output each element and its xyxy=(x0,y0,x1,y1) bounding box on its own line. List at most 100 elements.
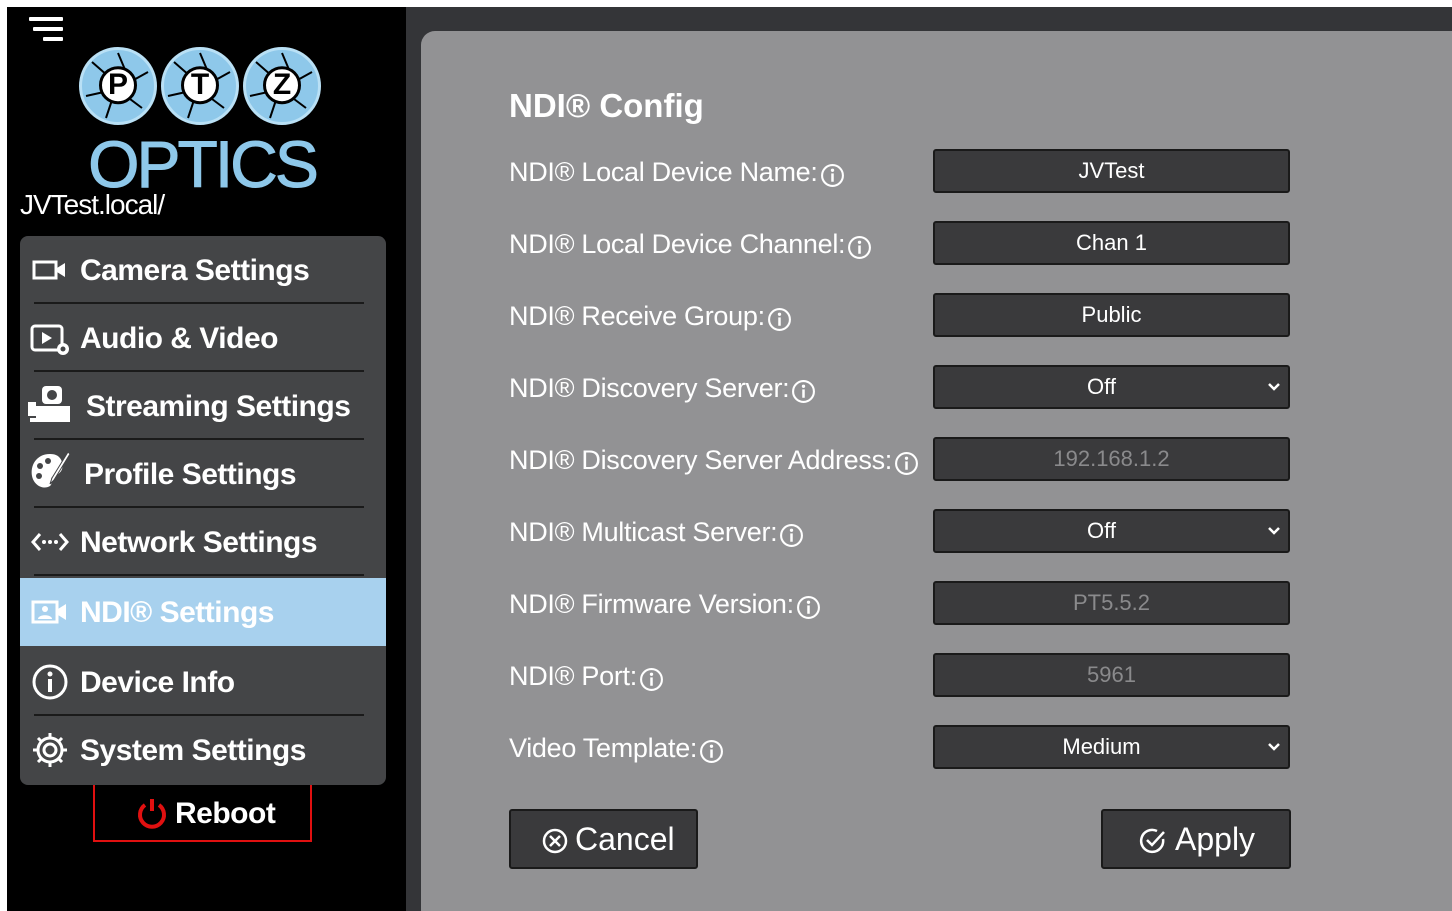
ndi-config-panel: NDI® Config NDI® Local Device Name: JVTe… xyxy=(421,31,1452,911)
chevron-down-icon xyxy=(1268,383,1280,391)
sidebar-item-label: System Settings xyxy=(80,734,306,767)
info-tooltip-icon[interactable] xyxy=(894,451,919,476)
label-text: Video Template: xyxy=(509,733,698,763)
form-row-discovery-server: NDI® Discovery Server: Off xyxy=(509,365,1299,415)
settings-menu: Camera Settings Audio & Video Streaming … xyxy=(20,236,386,785)
label-text: NDI® Port: xyxy=(509,661,637,691)
form-row-discovery-address: NDI® Discovery Server Address: 192.168.1… xyxy=(509,437,1299,487)
profile-palette-icon xyxy=(31,451,71,488)
chevron-down-icon xyxy=(1268,743,1280,751)
sidebar-item-label: Audio & Video xyxy=(80,322,278,355)
reboot-button[interactable]: Reboot xyxy=(93,785,312,842)
selected-value: Off xyxy=(1087,374,1116,399)
info-tooltip-icon[interactable] xyxy=(699,739,724,764)
sidebar-item-label: Profile Settings xyxy=(84,458,297,491)
video-template-select[interactable]: Medium xyxy=(933,725,1290,769)
info-tooltip-icon[interactable] xyxy=(796,595,821,620)
check-circle-icon xyxy=(1139,828,1165,854)
sidebar-item-network-settings[interactable]: Network Settings xyxy=(20,508,386,576)
field-label: NDI® Receive Group: xyxy=(509,301,792,332)
info-tooltip-icon[interactable] xyxy=(847,235,872,260)
firmware-version-input: PT5.5.2 xyxy=(933,581,1290,625)
device-name-input[interactable]: JVTest xyxy=(933,149,1290,193)
menu-toggle-icon[interactable] xyxy=(27,15,67,45)
sidebar-item-label: NDI® Settings xyxy=(80,596,274,629)
receive-group-input[interactable]: Public xyxy=(933,293,1290,337)
app-window: P T Z OPTICS JVTest.local/ Camera Settin… xyxy=(7,7,1452,911)
label-text: NDI® Firmware Version: xyxy=(509,589,794,619)
sidebar: P T Z OPTICS JVTest.local/ Camera Settin… xyxy=(7,7,406,911)
discovery-server-select[interactable]: Off xyxy=(933,365,1290,409)
apply-label: Apply xyxy=(1175,821,1256,857)
form-row-device-channel: NDI® Local Device Channel: Chan 1 xyxy=(509,221,1299,271)
page-title: NDI® Config xyxy=(509,87,704,124)
apply-button[interactable]: Apply xyxy=(1101,809,1291,869)
label-text: NDI® Discovery Server: xyxy=(509,373,790,403)
logo-letter: T xyxy=(181,66,219,105)
sidebar-item-ndi-settings[interactable]: NDI® Settings xyxy=(20,578,386,646)
sidebar-item-profile-settings[interactable]: Profile Settings xyxy=(20,440,386,508)
logo-letter: Z xyxy=(263,66,301,105)
form-row-video-template: Video Template: Medium xyxy=(509,725,1299,775)
power-icon xyxy=(138,799,166,829)
label-text: NDI® Discovery Server Address: xyxy=(509,445,893,475)
form-row-multicast-server: NDI® Multicast Server: Off xyxy=(509,509,1299,559)
selected-value: Off xyxy=(1087,518,1116,543)
info-tooltip-icon[interactable] xyxy=(791,379,816,404)
camera-icon xyxy=(32,260,65,280)
sidebar-item-system-settings[interactable]: System Settings xyxy=(20,716,386,784)
sidebar-item-label: Network Settings xyxy=(80,526,318,559)
gear-icon xyxy=(33,733,67,767)
form-row-receive-group: NDI® Receive Group: Public xyxy=(509,293,1299,343)
logo-circle-z: Z xyxy=(243,47,321,125)
logo-circle-t: T xyxy=(161,47,239,125)
form-row-firmware-version: NDI® Firmware Version: PT5.5.2 xyxy=(509,581,1299,631)
selected-value: Medium xyxy=(1062,734,1141,759)
label-text: NDI® Receive Group: xyxy=(509,301,765,331)
field-label: Video Template: xyxy=(509,733,724,764)
sidebar-item-label: Streaming Settings xyxy=(86,390,351,423)
logo-circle-p: P xyxy=(79,47,157,125)
field-label: NDI® Discovery Server: xyxy=(509,373,816,404)
port-input: 5961 xyxy=(933,653,1290,697)
sidebar-item-device-info[interactable]: Device Info xyxy=(20,648,386,716)
sidebar-item-audio-video[interactable]: Audio & Video xyxy=(20,304,386,372)
menu-divider xyxy=(34,574,364,576)
ptz-optics-logo: P T Z OPTICS xyxy=(77,45,327,201)
sidebar-item-camera-settings[interactable]: Camera Settings xyxy=(20,236,386,304)
chevron-down-icon xyxy=(1268,527,1280,535)
logo-wordmark: OPTICS xyxy=(88,127,320,201)
info-icon xyxy=(32,664,68,700)
form-row-port: NDI® Port: 5961 xyxy=(509,653,1299,703)
label-text: NDI® Local Device Channel: xyxy=(509,229,846,259)
discovery-address-input: 192.168.1.2 xyxy=(933,437,1290,481)
streaming-icon xyxy=(28,386,70,422)
info-tooltip-icon[interactable] xyxy=(820,163,845,188)
sidebar-item-label: Camera Settings xyxy=(80,254,310,287)
sidebar-item-streaming-settings[interactable]: Streaming Settings xyxy=(20,372,386,440)
cancel-button[interactable]: Cancel xyxy=(509,809,698,869)
multicast-server-select[interactable]: Off xyxy=(933,509,1290,553)
info-tooltip-icon[interactable] xyxy=(767,307,792,332)
field-label: NDI® Discovery Server Address: xyxy=(509,445,919,476)
field-label: NDI® Local Device Channel: xyxy=(509,229,872,260)
form-row-device-name: NDI® Local Device Name: JVTest xyxy=(509,149,1299,199)
reboot-label: Reboot xyxy=(175,797,276,830)
device-channel-input[interactable]: Chan 1 xyxy=(933,221,1290,265)
info-tooltip-icon[interactable] xyxy=(779,523,804,548)
cancel-label: Cancel xyxy=(575,821,675,857)
device-hostname: JVTest.local/ xyxy=(20,189,165,220)
label-text: NDI® Local Device Name: xyxy=(509,157,818,187)
field-label: NDI® Local Device Name: xyxy=(509,157,845,188)
field-label: NDI® Firmware Version: xyxy=(509,589,821,620)
field-label: NDI® Port: xyxy=(509,661,664,692)
field-label: NDI® Multicast Server: xyxy=(509,517,804,548)
cancel-circle-icon xyxy=(542,828,568,854)
audio-video-icon xyxy=(30,324,69,355)
label-text: NDI® Multicast Server: xyxy=(509,517,778,547)
logo-letter: P xyxy=(99,66,137,105)
ndi-icon xyxy=(31,600,66,624)
network-icon xyxy=(31,533,69,551)
sidebar-item-label: Device Info xyxy=(80,666,235,699)
info-tooltip-icon[interactable] xyxy=(639,667,664,692)
